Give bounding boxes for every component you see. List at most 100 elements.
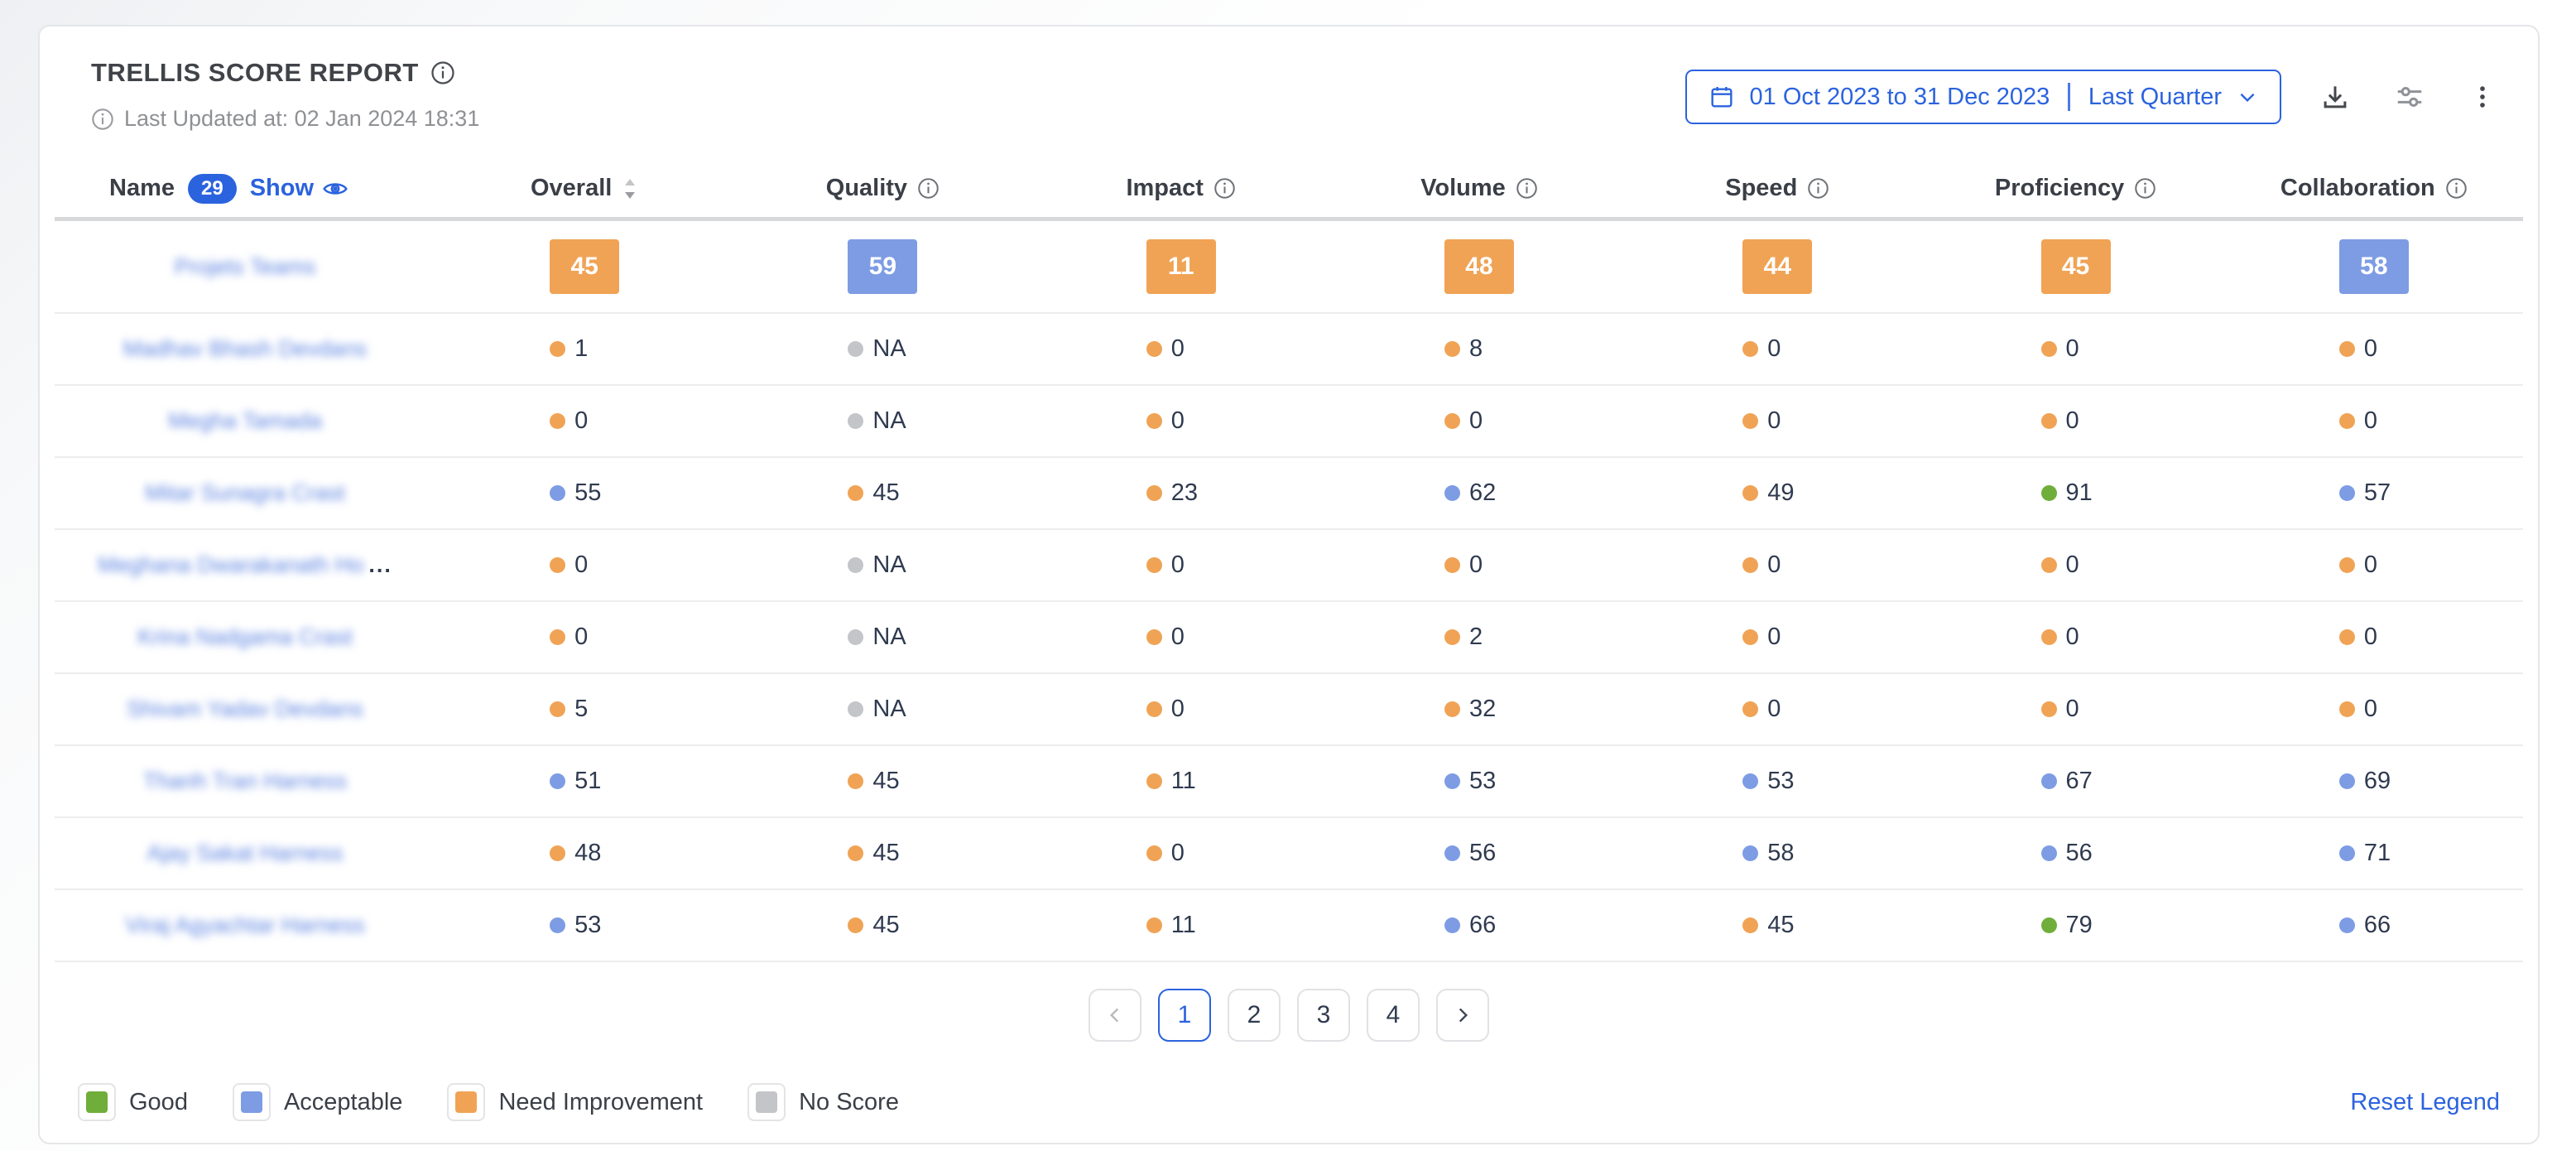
- score-badge[interactable]: 45: [550, 239, 619, 294]
- info-icon[interactable]: [1516, 177, 1538, 200]
- score-value: 5: [574, 696, 588, 723]
- score-cell-impact: 0: [1032, 696, 1330, 723]
- score-badge[interactable]: 58: [2339, 239, 2409, 294]
- reset-legend-link[interactable]: Reset Legend: [2350, 1089, 2500, 1116]
- pagination-page-4[interactable]: 4: [1367, 989, 1420, 1042]
- status-dot: [2041, 413, 2057, 429]
- row-name-link[interactable]: Thanh Tran Harness: [55, 768, 435, 794]
- title-info-icon[interactable]: [430, 60, 455, 85]
- score-value-group: 0: [550, 407, 619, 435]
- date-separator: [2068, 83, 2070, 111]
- column-header-impact: Impact: [1032, 175, 1330, 202]
- score-badge[interactable]: 48: [1444, 239, 1514, 294]
- score-value: 91: [2066, 479, 2093, 507]
- score-cell-volume: 53: [1330, 768, 1628, 795]
- status-dot: [848, 413, 863, 429]
- row-name-link[interactable]: Mitar Sunagra Crast: [55, 480, 435, 506]
- status-dot: [1146, 341, 1162, 357]
- legend-chip: [233, 1083, 271, 1121]
- row-name-link[interactable]: Madhav Bhash Devdans: [55, 336, 435, 362]
- status-dot: [550, 629, 565, 645]
- legend-item-good[interactable]: Good: [78, 1083, 188, 1121]
- status-dot: [1742, 341, 1758, 357]
- status-dot: [550, 917, 565, 933]
- legend-chip: [78, 1083, 116, 1121]
- row-name-link[interactable]: Ajay Sakat Harness: [55, 840, 435, 866]
- pagination-prev-button[interactable]: [1089, 989, 1141, 1042]
- score-value: 0: [2364, 624, 2377, 651]
- status-dot: [1444, 701, 1460, 717]
- row-name-link[interactable]: Meghana Dwarakanath Ho...: [55, 552, 435, 578]
- row-name-link[interactable]: Projets Teams: [55, 254, 435, 280]
- score-cell-proficiency: 0: [1926, 696, 2224, 723]
- column-header-proficiency: Proficiency: [1926, 175, 2224, 202]
- row-name-link[interactable]: Megha Tamada: [55, 408, 435, 434]
- legend-item-no-score[interactable]: No Score: [747, 1083, 899, 1121]
- score-cell-speed: 45: [1628, 912, 1926, 939]
- status-dot: [2339, 485, 2355, 501]
- score-value: NA: [872, 335, 906, 363]
- score-value: 53: [1469, 768, 1496, 795]
- row-name-text: Megha Tamada: [168, 408, 322, 434]
- date-range-picker[interactable]: 01 Oct 2023 to 31 Dec 2023 Last Quarter: [1685, 70, 2281, 124]
- score-badge[interactable]: 59: [848, 239, 917, 294]
- show-names-button[interactable]: Show: [250, 175, 348, 202]
- status-dot: [1444, 773, 1460, 789]
- row-name-link[interactable]: Viraj Agyachtar Harness: [55, 913, 435, 938]
- score-cell-overall: 51: [435, 768, 733, 795]
- row-name-link[interactable]: Shivam Yadav Devdans: [55, 696, 435, 722]
- score-value-group: 0: [1742, 624, 1812, 651]
- score-badge[interactable]: 45: [2041, 239, 2111, 294]
- score-cell-volume: 2: [1330, 624, 1628, 651]
- info-icon[interactable]: [1214, 177, 1236, 200]
- status-dot: [2339, 413, 2355, 429]
- status-dot: [1146, 773, 1162, 789]
- column-settings-button[interactable]: [2389, 76, 2430, 118]
- score-cell-collaboration: 71: [2225, 840, 2523, 867]
- status-dot: [1742, 629, 1758, 645]
- status-dot: [1742, 917, 1758, 933]
- score-badge[interactable]: 11: [1146, 239, 1216, 294]
- row-name-link[interactable]: Krina Nadgama Crast: [55, 624, 435, 650]
- score-value-group: 66: [1444, 912, 1514, 939]
- sort-icon[interactable]: [622, 176, 638, 202]
- score-value: 79: [2066, 912, 2093, 939]
- column-header-overall[interactable]: Overall: [435, 175, 733, 202]
- score-value: 49: [1767, 479, 1794, 507]
- row-name-text: Krina Nadgama Crast: [137, 624, 353, 650]
- score-value: 48: [574, 840, 601, 867]
- status-dot: [848, 773, 863, 789]
- name-header-label: Name: [109, 175, 175, 202]
- status-dot: [1146, 485, 1162, 501]
- info-icon[interactable]: [2134, 177, 2156, 200]
- score-value: 67: [2066, 768, 2093, 795]
- pagination-page-2[interactable]: 2: [1228, 989, 1281, 1042]
- status-dot: [2041, 701, 2057, 717]
- score-value-group: 0: [1742, 551, 1812, 579]
- info-icon[interactable]: [917, 177, 940, 200]
- pagination-next-button[interactable]: [1436, 989, 1489, 1042]
- download-button[interactable]: [2314, 76, 2356, 118]
- legend-swatch: [455, 1091, 477, 1113]
- score-value-group: 55: [550, 479, 619, 507]
- score-cell-overall: 0: [435, 624, 733, 651]
- score-value: 8: [1469, 335, 1483, 363]
- score-badge[interactable]: 44: [1742, 239, 1812, 294]
- score-value: 1: [574, 335, 588, 363]
- legend-item-need-improvement[interactable]: Need Improvement: [447, 1083, 703, 1121]
- pagination-page-3[interactable]: 3: [1297, 989, 1350, 1042]
- status-dot: [2339, 341, 2355, 357]
- status-dot: [2339, 701, 2355, 717]
- score-cell-speed: 0: [1628, 335, 1926, 363]
- row-name-text: Projets Teams: [175, 254, 316, 280]
- status-dot: [1444, 557, 1460, 573]
- score-table: Name 29 Show OverallQualityImpactVolumeS…: [55, 160, 2523, 962]
- pagination-page-1[interactable]: 1: [1158, 989, 1211, 1042]
- legend-item-acceptable[interactable]: Acceptable: [233, 1083, 403, 1121]
- info-icon[interactable]: [1807, 177, 1829, 200]
- info-icon[interactable]: [2445, 177, 2468, 200]
- table-body: Projets Teams45591148444558Madhav Bhash …: [55, 221, 2523, 962]
- kebab-menu-button[interactable]: [2463, 76, 2502, 118]
- table-row: Krina Nadgama Crast0NA02000: [55, 602, 2523, 674]
- score-cell-impact: 11: [1032, 768, 1330, 795]
